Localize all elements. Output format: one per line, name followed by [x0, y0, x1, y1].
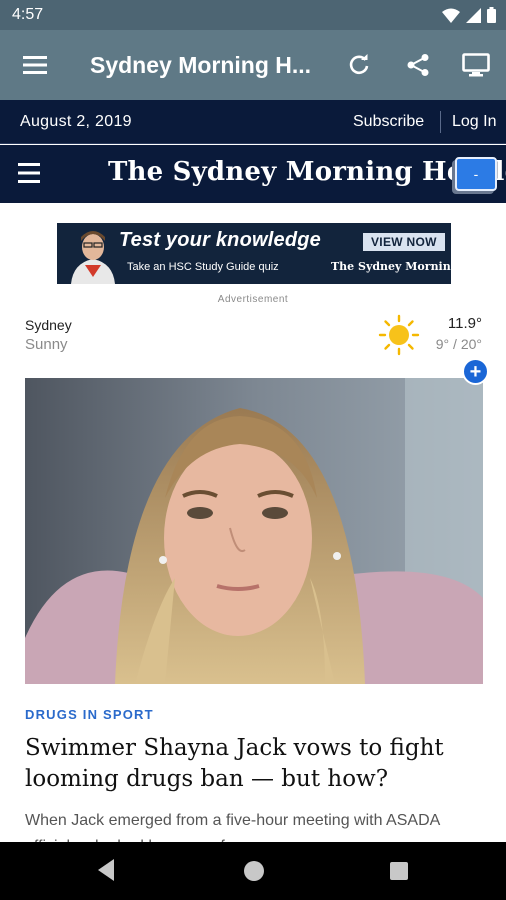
masthead-action-button[interactable]: - — [455, 157, 497, 191]
weather-city: Sydney — [25, 317, 72, 333]
site-menu-button[interactable] — [18, 162, 44, 186]
add-button[interactable]: + — [462, 358, 489, 385]
site-logo[interactable]: The Sydney Morning Herald — [108, 157, 506, 187]
ad-cta-button[interactable]: VIEW NOW — [363, 233, 445, 251]
status-icons — [442, 7, 496, 23]
recents-icon[interactable] — [390, 862, 408, 880]
app-bar: Sydney Morning H... — [0, 30, 506, 100]
ad-banner[interactable]: Test your knowledge VIEW NOW Take an HSC… — [57, 223, 451, 284]
ad-headline: Test your knowledge — [119, 229, 321, 251]
divider — [440, 111, 441, 133]
article-image[interactable] — [25, 378, 483, 684]
plus-icon: + — [469, 360, 482, 383]
wifi-icon — [442, 8, 460, 23]
app-title: Sydney Morning H... — [90, 52, 312, 78]
share-icon — [407, 54, 429, 76]
login-link[interactable]: Log In — [452, 113, 496, 131]
weather-temperature: 11.9° — [447, 315, 482, 332]
weather-condition: Sunny — [25, 336, 68, 353]
article-headline[interactable]: Swimmer Shayna Jack vows to fight loomin… — [25, 733, 485, 795]
cell-signal-icon — [466, 7, 481, 23]
menu-icon — [18, 163, 40, 183]
menu-icon — [23, 56, 47, 74]
article-photo — [25, 378, 483, 684]
menu-button[interactable] — [17, 47, 53, 83]
status-time: 4:57 — [12, 6, 44, 23]
battery-icon — [487, 7, 496, 23]
masthead: The Sydney Morning Herald - — [0, 145, 506, 203]
weather-range: 9° / 20° — [435, 336, 482, 352]
current-date: August 2, 2019 — [20, 113, 132, 130]
date-bar: August 2, 2019 Subscribe Log In — [0, 100, 506, 144]
refresh-button[interactable] — [341, 47, 377, 83]
status-bar: 4:57 — [0, 0, 506, 30]
sun-icon — [378, 314, 420, 356]
system-nav-bar — [0, 842, 506, 900]
cast-button[interactable] — [458, 47, 494, 83]
home-icon[interactable] — [244, 861, 264, 881]
share-button[interactable] — [400, 47, 436, 83]
cast-icon — [462, 53, 490, 77]
ad-person-image — [63, 225, 123, 284]
ad-label: Advertisement — [217, 294, 289, 305]
ad-logo: The Sydney Morning Herald — [331, 260, 451, 273]
article-category[interactable]: DRUGS IN SPORT — [25, 707, 154, 722]
ad-subtext: Take an HSC Study Guide quiz — [127, 261, 279, 273]
refresh-icon — [349, 54, 369, 75]
back-icon[interactable] — [96, 858, 116, 882]
subscribe-link[interactable]: Subscribe — [353, 113, 424, 131]
